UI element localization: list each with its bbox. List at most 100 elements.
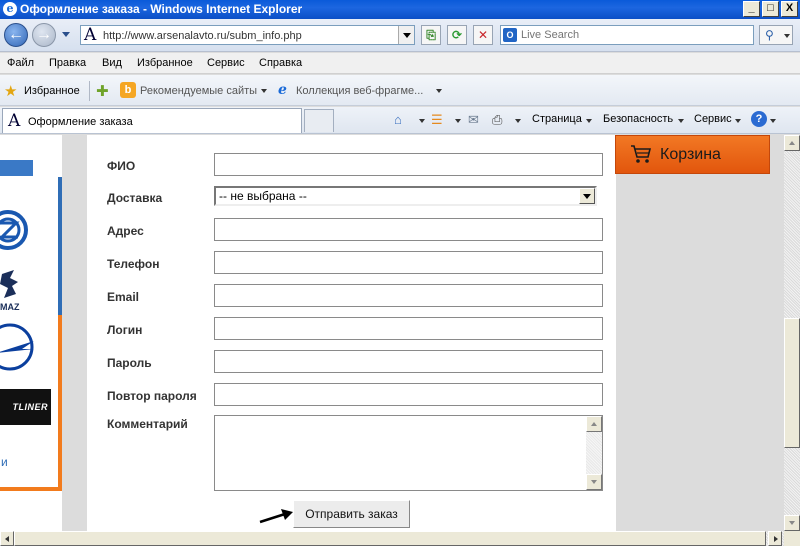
password-label: Пароль — [107, 356, 152, 370]
phone-field[interactable] — [214, 251, 603, 274]
vertical-scroll-thumb[interactable] — [784, 318, 800, 448]
scroll-down-button[interactable] — [586, 474, 602, 490]
magnifier-icon: ⚲ — [765, 28, 774, 42]
maximize-button[interactable]: □ — [762, 1, 779, 17]
stop-button[interactable]: ✕ — [473, 25, 493, 45]
new-tab-button[interactable] — [304, 109, 334, 132]
menu-view[interactable]: Вид — [102, 57, 122, 69]
horizontal-scroll-thumb[interactable] — [14, 531, 766, 546]
print-icon[interactable]: ⎙ — [492, 112, 502, 128]
scroll-down-button[interactable] — [784, 515, 800, 531]
cart-button[interactable]: Корзина — [615, 135, 770, 174]
chevron-down-icon[interactable] — [419, 119, 425, 123]
menu-help[interactable]: Справка — [259, 57, 302, 69]
minimize-button[interactable]: _ — [743, 1, 760, 17]
home-icon[interactable]: ⌂ — [394, 112, 402, 127]
password-repeat-field[interactable] — [214, 383, 603, 406]
refresh-button[interactable]: ⟳ — [447, 25, 467, 45]
maz-logo-text: MAZ — [0, 302, 20, 312]
address-field[interactable]: A http://www.arsenalavto.ru/subm_info.ph… — [80, 25, 415, 45]
password-field[interactable] — [214, 350, 603, 373]
scroll-up-button[interactable] — [784, 135, 800, 151]
submit-order-button[interactable]: Отправить заказ — [293, 500, 410, 528]
address-dropdown-button[interactable] — [398, 26, 414, 44]
delivery-label: Доставка — [107, 191, 163, 205]
rss-feed-icon[interactable]: ☰ — [431, 112, 443, 128]
password-repeat-label: Повтор пароля — [107, 389, 197, 403]
toolbar-divider — [89, 81, 90, 101]
email-field[interactable] — [214, 284, 603, 307]
address-label: Адрес — [107, 224, 144, 238]
chevron-down-icon[interactable] — [455, 119, 461, 123]
chevron-down-icon[interactable] — [586, 119, 592, 123]
ie-logo-icon: e — [3, 2, 17, 16]
menu-edit[interactable]: Правка — [49, 57, 86, 69]
shopping-cart-icon — [631, 145, 652, 163]
address-url[interactable]: http://www.arsenalavto.ru/subm_info.php — [103, 30, 302, 42]
maz-logo-icon[interactable]: MAZ — [0, 268, 24, 314]
suggested-sites-link[interactable]: Рекомендуемые сайты — [140, 85, 257, 97]
search-box[interactable]: O — [500, 25, 754, 45]
phone-label: Телефон — [107, 257, 160, 271]
favorites-bar: ★ Избранное ✚ b Рекомендуемые сайты e Ко… — [0, 75, 800, 106]
vertical-scrollbar[interactable] — [784, 135, 800, 531]
wing-logo-icon[interactable] — [0, 323, 36, 371]
scroll-left-button[interactable] — [0, 531, 14, 546]
pointer-arrow-icon — [259, 509, 293, 524]
compatibility-view-button[interactable]: ⎘ — [421, 25, 441, 45]
order-form: ФИО Доставка -- не выбрана -- Адрес Теле… — [87, 135, 616, 531]
scroll-up-button[interactable] — [586, 416, 602, 432]
web-slice-icon: e — [278, 82, 287, 98]
search-options-icon — [784, 34, 790, 38]
page-menu[interactable]: Страница — [532, 113, 582, 125]
sidebar-link[interactable]: и — [1, 455, 8, 469]
scroll-right-button[interactable] — [768, 531, 782, 546]
chevron-down-icon[interactable] — [261, 89, 267, 93]
page-viewport: MAZ TLINER и ФИО Доставка -- не выбрана … — [0, 135, 784, 531]
favorites-star-icon[interactable]: ★ — [4, 82, 17, 100]
tools-menu[interactable]: Сервис — [694, 113, 732, 125]
address-input[interactable] — [214, 218, 603, 241]
comment-label: Комментарий — [107, 417, 188, 431]
chevron-down-icon[interactable] — [678, 119, 684, 123]
menu-favorites[interactable]: Избранное — [137, 57, 193, 69]
comment-scrollbar[interactable] — [586, 416, 602, 490]
close-window-button[interactable]: X — [781, 1, 798, 17]
name-field[interactable] — [214, 153, 603, 176]
search-button[interactable]: ⚲ — [759, 25, 793, 45]
back-button[interactable]: ← — [4, 23, 28, 47]
site-favicon-icon: A — [84, 25, 97, 45]
chevron-down-icon[interactable] — [735, 119, 741, 123]
address-toolbar: ← → A http://www.arsenalavto.ru/subm_inf… — [0, 19, 800, 52]
brand-logo-tliner[interactable]: TLINER — [0, 389, 51, 425]
login-field[interactable] — [214, 317, 603, 340]
menu-file[interactable]: Файл — [7, 57, 34, 69]
history-dropdown-icon[interactable] — [62, 32, 70, 37]
window-title-bar: e Оформление заказа - Windows Internet E… — [0, 0, 800, 19]
suggested-sites-icon: b — [120, 82, 136, 98]
left-sidebar: MAZ TLINER и — [0, 135, 62, 531]
safety-menu[interactable]: Безопасность — [603, 113, 673, 125]
help-icon[interactable]: ? — [751, 111, 767, 127]
chevron-down-icon[interactable] — [770, 119, 776, 123]
window-title: Оформление заказа - Windows Internet Exp… — [20, 2, 303, 16]
scrollbar-corner — [784, 531, 800, 546]
chevron-down-icon[interactable] — [436, 89, 442, 93]
comment-textarea[interactable] — [214, 415, 603, 491]
zil-logo-icon[interactable] — [0, 206, 28, 254]
menu-tools[interactable]: Сервис — [207, 57, 245, 69]
forward-button[interactable]: → — [32, 23, 56, 47]
horizontal-scrollbar[interactable] — [0, 531, 784, 546]
mail-icon[interactable]: ✉ — [468, 112, 479, 128]
search-input[interactable] — [521, 28, 749, 42]
chevron-down-icon[interactable] — [515, 119, 521, 123]
favorites-button[interactable]: Избранное — [24, 85, 80, 97]
live-search-icon: O — [503, 28, 517, 42]
chevron-down-icon[interactable] — [579, 188, 595, 204]
add-to-favorites-icon[interactable]: ✚ — [96, 82, 109, 100]
web-slice-gallery-link[interactable]: Коллекция веб-фрагме... — [296, 85, 423, 97]
delivery-select[interactable]: -- не выбрана -- — [214, 186, 597, 206]
tab-command-bar: A Оформление заказа ⌂ ☰ ✉ ⎙ Страница Без… — [0, 107, 800, 134]
tab-order[interactable]: A Оформление заказа — [2, 108, 302, 133]
delivery-selected-value: -- не выбрана -- — [219, 189, 307, 203]
